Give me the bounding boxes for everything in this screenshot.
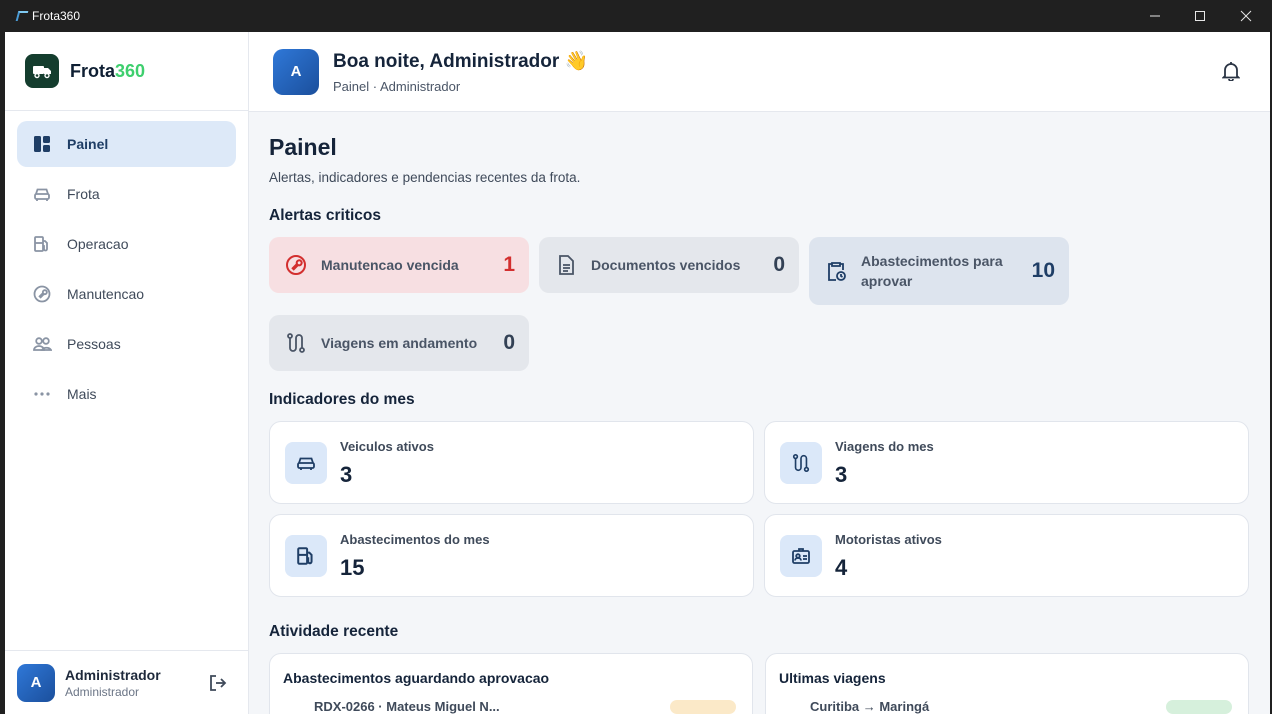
top-header: A Boa noite, Administrador 👋 Painel · Ad… (249, 32, 1270, 112)
close-icon (1240, 10, 1252, 22)
minimize-icon (1150, 15, 1160, 17)
window-titlebar: Frota360 (0, 0, 1272, 32)
sidebar-item-pessoas[interactable]: Pessoas (17, 321, 236, 367)
brand: Frota360 (5, 32, 248, 111)
metric-label: Veiculos ativos (340, 439, 434, 454)
recent-section-title: Atividade recente (269, 623, 399, 640)
alert-card-abastecimentos[interactable]: Abastecimentos para aprovar 10 (809, 237, 1069, 305)
close-button[interactable] (1223, 0, 1269, 32)
alert-label: Viagens em andamento (321, 335, 478, 351)
alert-count: 0 (503, 331, 515, 354)
clipboard-clock-icon (828, 262, 846, 281)
recent-card-title: Ultimas viagens (779, 670, 886, 686)
header-avatar[interactable]: A (273, 48, 319, 95)
sidebar-item-painel[interactable]: Painel (17, 121, 236, 167)
sidebar-item-label: Painel (67, 136, 109, 152)
metric-value: 3 (340, 462, 353, 487)
brand-name-accent: 360 (115, 60, 146, 81)
bell-icon (1221, 62, 1241, 82)
maximize-icon (1195, 11, 1205, 21)
avatar[interactable]: A (17, 663, 55, 702)
user-role: Administrador (65, 684, 140, 699)
window-title: Frota360 (32, 9, 81, 23)
document-icon (559, 255, 574, 275)
car-icon (285, 442, 327, 484)
alert-label: Abastecimentos para aprovar (861, 253, 1003, 289)
fuel-icon (32, 234, 52, 254)
metric-card-abastecimentos: Abastecimentos do mes 15 (269, 514, 754, 597)
status-badge (1166, 700, 1232, 714)
alert-count: 0 (773, 253, 785, 276)
metric-card-viagens: Viagens do mes 3 (764, 421, 1249, 504)
notifications-button[interactable] (1221, 61, 1241, 86)
metric-value: 15 (340, 555, 365, 580)
wrench-icon (32, 284, 52, 304)
metric-card-motoristas: Motoristas ativos 4 (764, 514, 1249, 597)
greeting: Boa noite, Administrador 👋 (333, 51, 589, 72)
main-area: A Boa noite, Administrador 👋 Painel · Ad… (249, 32, 1270, 714)
id-card-icon (780, 535, 822, 577)
route-icon (287, 333, 305, 353)
sidebar-nav: Painel Frota Operacao Manutencao Pessoas… (5, 111, 248, 431)
user-info: Administrador Administrador (65, 667, 161, 699)
alert-label: Documentos vencidos (591, 257, 741, 273)
metric-label: Motoristas ativos (835, 532, 942, 547)
sidebar-item-manutencao[interactable]: Manutencao (17, 271, 236, 317)
logout-icon (210, 675, 227, 691)
sidebar-item-label: Operacao (67, 236, 129, 252)
sidebar: Frota360 Painel Frota Operacao Manutenca… (5, 32, 249, 714)
page-title: Painel (269, 134, 337, 160)
alerts-section-title: Alertas criticos (269, 207, 381, 224)
recent-card-viagens: Ultimas viagens Curitiba → Maringá (765, 653, 1249, 714)
sidebar-item-operacao[interactable]: Operacao (17, 221, 236, 267)
page-content: Painel Alertas, indicadores e pendencias… (249, 112, 1270, 185)
app-window: Frota360 Painel Frota Operacao Manutenca… (5, 32, 1270, 714)
more-icon (32, 384, 52, 404)
alert-card-documentos[interactable]: Documentos vencidos 0 (539, 237, 799, 293)
metric-label: Abastecimentos do mes (340, 532, 490, 547)
list-item[interactable]: Curitiba → Maringá (810, 699, 929, 714)
route-icon (780, 442, 822, 484)
brand-name: Frota360 (70, 61, 145, 82)
list-item[interactable]: RDX-0266 · Mateus Miguel N... (314, 699, 500, 714)
alert-card-viagens[interactable]: Viagens em andamento 0 (269, 315, 529, 371)
logout-button[interactable] (208, 673, 228, 698)
car-icon (32, 184, 52, 204)
metric-value: 3 (835, 462, 848, 487)
metric-value: 4 (835, 555, 848, 580)
sidebar-item-label: Frota (67, 186, 100, 202)
sidebar-item-label: Pessoas (67, 336, 121, 352)
page-subtitle: Alertas, indicadores e pendencias recent… (269, 170, 581, 185)
user-footer: A Administrador Administrador (5, 650, 248, 714)
app-icon (15, 11, 29, 21)
wrench-alert-icon (286, 255, 306, 275)
metric-card-veiculos: Veiculos ativos 3 (269, 421, 754, 504)
alert-count: 10 (1031, 259, 1055, 282)
sidebar-item-label: Manutencao (67, 286, 145, 302)
minimize-button[interactable] (1132, 0, 1178, 32)
recent-card-title: Abastecimentos aguardando aprovacao (283, 670, 550, 686)
sidebar-item-mais[interactable]: Mais (17, 371, 236, 417)
fuel-icon (285, 535, 327, 577)
brand-name-main: Frota (70, 60, 115, 81)
sidebar-item-frota[interactable]: Frota (17, 171, 236, 217)
breadcrumb: Painel · Administrador (333, 79, 461, 94)
people-icon (32, 334, 52, 354)
sidebar-item-label: Mais (67, 386, 97, 402)
recent-card-abastecimentos: Abastecimentos aguardando aprovacao RDX-… (269, 653, 753, 714)
alert-label: Manutencao vencida (321, 257, 459, 273)
alert-card-manutencao[interactable]: Manutencao vencida 1 (269, 237, 529, 293)
truck-logo-icon (25, 54, 59, 88)
metric-label: Viagens do mes (835, 439, 934, 454)
alert-count: 1 (503, 253, 515, 276)
maximize-button[interactable] (1177, 0, 1223, 32)
user-name: Administrador (65, 666, 161, 683)
dashboard-icon (32, 134, 52, 154)
status-badge (670, 700, 736, 714)
indicators-section-title: Indicadores do mes (269, 391, 415, 408)
